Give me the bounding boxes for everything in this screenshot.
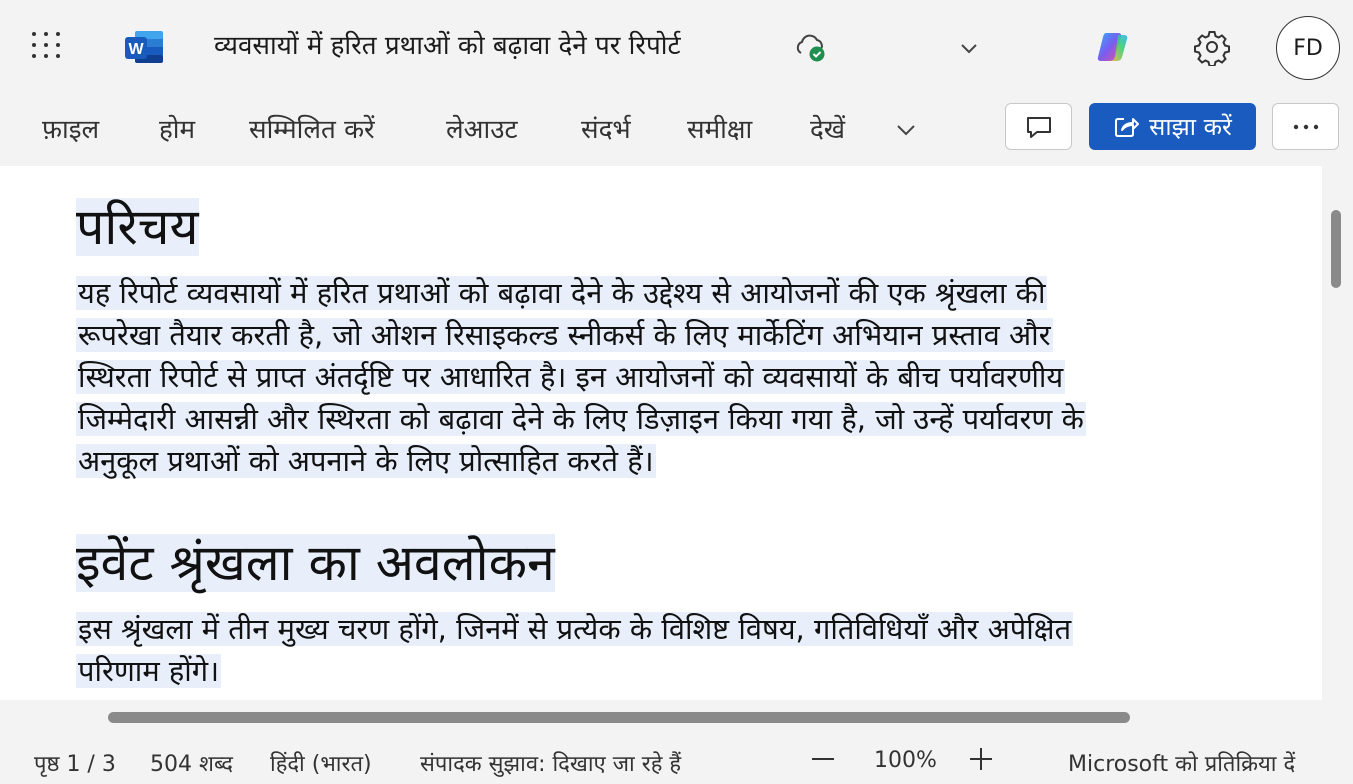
page-count[interactable]: पृष्ठ 1 / 3 <box>34 748 116 778</box>
avatar[interactable]: FD <box>1276 16 1340 80</box>
heading-introduction[interactable]: परिचय <box>76 195 199 259</box>
document-title[interactable]: व्यवसायों में हरित प्रथाओं को बढ़ावा देन… <box>214 26 681 62</box>
paragraph-introduction[interactable]: यह रिपोर्ट व्यवसायों में हरित प्रथाओं को… <box>76 272 1086 482</box>
horizontal-scroll-thumb[interactable] <box>108 712 1130 723</box>
waffle-grid-icon[interactable] <box>32 32 64 60</box>
zoom-level[interactable]: 100% <box>874 748 937 773</box>
editor-suggestions-status[interactable]: संपादक सुझाव: दिखाए जा रहे हैं <box>420 748 681 778</box>
text-line: अनुकूल प्रथाओं को अपनाने के लिए प्रोत्सा… <box>76 444 656 478</box>
tab-layout[interactable]: लेआउट <box>446 110 518 146</box>
text-line: स्थिरता रिपोर्ट से प्राप्त अंतर्दृष्टि प… <box>76 360 1066 394</box>
text-line: परिणाम होंगे। <box>76 654 222 688</box>
feedback-link[interactable]: Microsoft को प्रतिक्रिया दें <box>1068 748 1295 778</box>
copilot-icon[interactable] <box>1096 29 1132 65</box>
gear-icon[interactable] <box>1193 28 1231 66</box>
text-line: रूपरेखा तैयार करती है, जो ओशन रिसाइकल्ड … <box>76 318 1053 352</box>
more-horizontal-icon <box>1293 124 1318 129</box>
vertical-scroll-thumb[interactable] <box>1331 210 1341 288</box>
language-indicator[interactable]: हिंदी (भारत) <box>270 748 372 778</box>
heading-event-series-overview[interactable]: इवेंट श्रृंखला का अवलोकन <box>76 531 555 595</box>
ribbon-tabs: फ़ाइल होम सम्मिलित करें लेआउट संदर्भ समी… <box>0 96 1353 166</box>
title-bar: W व्यवसायों में हरित प्रथाओं को बढ़ावा द… <box>0 0 1353 96</box>
more-options-button[interactable] <box>1272 103 1339 150</box>
tab-view[interactable]: देखें <box>810 110 845 146</box>
share-icon <box>1115 117 1140 137</box>
more-tabs-chevron-icon[interactable] <box>893 120 919 140</box>
tab-insert[interactable]: सम्मिलित करें <box>249 110 375 146</box>
text-line: इस श्रृंखला में तीन मुख्य चरण होंगे, जिन… <box>76 612 1074 646</box>
tab-references[interactable]: संदर्भ <box>581 110 631 146</box>
heading-text: इवेंट श्रृंखला का अवलोकन <box>76 534 555 592</box>
document-canvas[interactable]: परिचय यह रिपोर्ट व्यवसायों में हरित प्रथ… <box>0 166 1322 700</box>
comments-button[interactable] <box>1005 103 1072 150</box>
zoom-in-button[interactable] <box>970 748 992 770</box>
tab-file[interactable]: फ़ाइल <box>42 110 99 146</box>
horizontal-scrollbar[interactable] <box>0 700 1353 734</box>
text-line: जिम्मेदारी आसन्नी और स्थिरता को बढ़ावा द… <box>76 402 1086 436</box>
status-bar: पृष्ठ 1 / 3 504 शब्द हिंदी (भारत) संपादक… <box>0 734 1353 784</box>
cloud-saved-icon <box>796 34 825 62</box>
zoom-out-button[interactable] <box>812 758 834 760</box>
comment-icon <box>1026 116 1051 138</box>
text-line: यह रिपोर्ट व्यवसायों में हरित प्रथाओं को… <box>76 276 1048 310</box>
share-label: साझा करें <box>1149 113 1232 141</box>
svg-text:W: W <box>128 41 144 58</box>
share-button[interactable]: साझा करें <box>1089 103 1256 150</box>
tab-home[interactable]: होम <box>159 110 195 146</box>
heading-text: परिचय <box>76 198 199 256</box>
chevron-down-icon[interactable] <box>958 38 980 58</box>
word-count[interactable]: 504 शब्द <box>150 748 233 778</box>
word-logo[interactable]: W <box>123 29 165 65</box>
paragraph-event-series[interactable]: इस श्रृंखला में तीन मुख्य चरण होंगे, जिन… <box>76 608 1074 692</box>
tab-review[interactable]: समीक्षा <box>687 110 752 146</box>
vertical-scrollbar[interactable] <box>1322 166 1353 700</box>
